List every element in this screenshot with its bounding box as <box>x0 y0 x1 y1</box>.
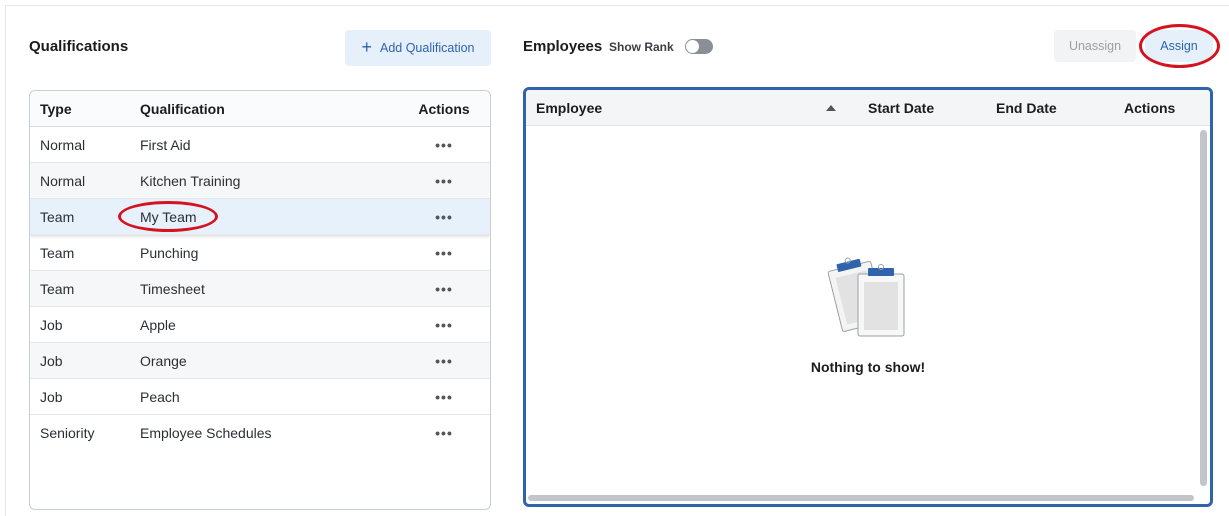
row-qualification: Punching <box>140 244 199 261</box>
table-row[interactable]: Normal Kitchen Training ••• <box>30 163 490 199</box>
vertical-scrollbar[interactable] <box>1200 130 1207 486</box>
row-type: Team <box>40 208 75 225</box>
more-horizontal-icon[interactable]: ••• <box>435 317 453 333</box>
column-header-type[interactable]: Type <box>30 101 140 117</box>
column-header-employee[interactable]: Employee <box>526 100 826 116</box>
row-type: Seniority <box>40 425 95 441</box>
table-row[interactable]: Normal First Aid ••• <box>30 127 490 163</box>
row-type: Team <box>40 244 75 261</box>
assign-button[interactable]: Assign <box>1145 30 1213 62</box>
row-qualification: My Team <box>140 208 197 225</box>
table-row[interactable]: Seniority Employee Schedules ••• <box>30 415 490 451</box>
row-type: Job <box>40 352 63 369</box>
table-row[interactable]: Job Apple ••• <box>30 307 490 343</box>
row-type: Job <box>40 388 63 405</box>
qualifications-table: Type Qualification Actions Normal First … <box>29 90 491 510</box>
show-rank-toggle[interactable] <box>685 39 713 54</box>
more-horizontal-icon[interactable]: ••• <box>435 173 453 189</box>
qualifications-title: Qualifications <box>29 38 129 55</box>
table-row[interactable]: Job Peach ••• <box>30 379 490 415</box>
row-qualification: Orange <box>140 352 187 369</box>
row-qualification: Timesheet <box>140 280 205 297</box>
sort-ascending-icon[interactable] <box>826 104 836 111</box>
empty-state: Nothing to show! <box>526 126 1200 496</box>
more-horizontal-icon[interactable]: ••• <box>435 281 453 297</box>
more-horizontal-icon[interactable]: ••• <box>435 137 453 153</box>
row-type: Normal <box>40 172 86 189</box>
row-type: Team <box>40 280 75 297</box>
column-header-end-date[interactable]: End Date <box>996 100 1124 116</box>
column-header-start-date[interactable]: Start Date <box>868 100 996 116</box>
employees-table: Employee Start Date End Date Actions Not… <box>523 87 1213 507</box>
more-horizontal-icon[interactable]: ••• <box>435 425 453 441</box>
table-row[interactable]: Team Timesheet ••• <box>30 271 490 307</box>
more-horizontal-icon[interactable]: ••• <box>435 245 453 261</box>
row-type: Job <box>40 316 63 333</box>
row-qualification: First Aid <box>140 136 191 153</box>
toggle-knob <box>686 40 699 53</box>
table-row[interactable]: Job Orange ••• <box>30 343 490 379</box>
qualifications-table-header: Type Qualification Actions <box>30 91 490 127</box>
unassign-button[interactable]: Unassign <box>1054 30 1136 62</box>
row-qualification: Employee Schedules <box>140 425 272 441</box>
employees-table-header: Employee Start Date End Date Actions <box>526 90 1210 126</box>
plus-icon: + <box>361 37 372 57</box>
more-horizontal-icon[interactable]: ••• <box>435 353 453 369</box>
column-header-actions: Actions <box>418 100 470 117</box>
more-horizontal-icon[interactable]: ••• <box>435 209 453 225</box>
column-header-qualification[interactable]: Qualification <box>140 101 410 117</box>
row-qualification: Peach <box>140 388 180 405</box>
more-horizontal-icon[interactable]: ••• <box>435 389 453 405</box>
add-qualification-button[interactable]: + Add Qualification <box>345 30 491 66</box>
clipboard-icon <box>827 257 905 337</box>
column-header-actions: Actions <box>1124 99 1176 116</box>
row-qualification: Apple <box>140 316 176 333</box>
table-row[interactable]: Team Punching ••• <box>30 235 490 271</box>
empty-message: Nothing to show! <box>810 359 926 375</box>
row-type: Normal <box>40 136 86 153</box>
show-rank-label: Show Rank <box>609 40 674 54</box>
employees-title: Employees <box>523 38 603 55</box>
table-row-selected[interactable]: Team My Team ••• <box>30 199 490 235</box>
add-qualification-label: Add Qualification <box>380 41 475 55</box>
horizontal-scrollbar[interactable] <box>528 495 1194 501</box>
row-qualification: Kitchen Training <box>140 172 241 189</box>
